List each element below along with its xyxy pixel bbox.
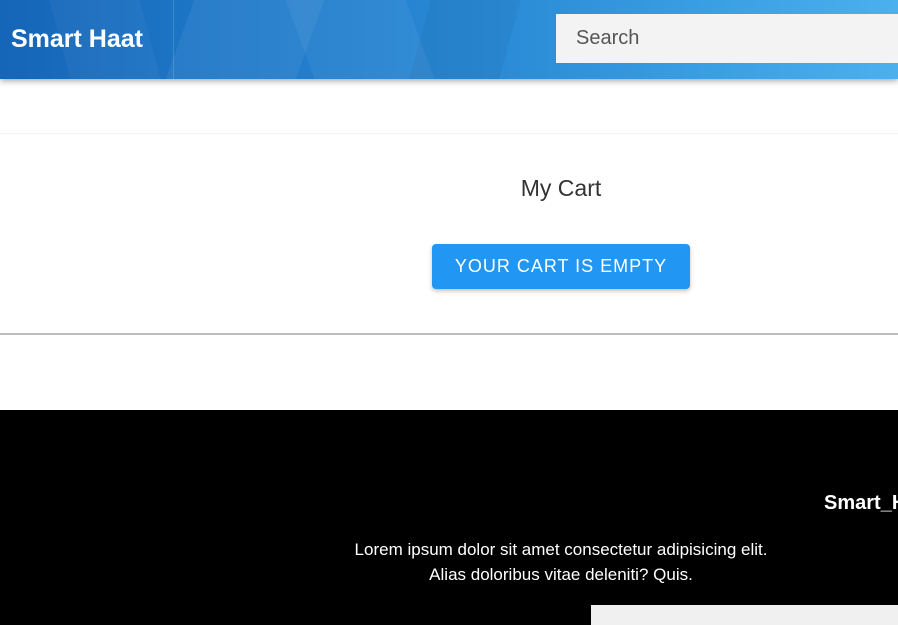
footer-text-line: Lorem ipsum dolor sit amet consectetur a…	[354, 540, 768, 559]
footer: Smart_H Lorem ipsum dolor sit amet conse…	[0, 410, 898, 625]
empty-cart-button[interactable]: Your cart is empty	[432, 244, 690, 289]
footer-description: Lorem ipsum dolor sit amet consectetur a…	[0, 537, 898, 587]
section-separator	[0, 133, 898, 134]
footer-input-box[interactable]	[591, 605, 898, 625]
divider	[0, 333, 898, 335]
footer-text-line: Alias doloribus vitae deleniti? Quis.	[429, 565, 693, 584]
search-input[interactable]	[556, 14, 898, 63]
brand-logo-link[interactable]: Smart Haat	[11, 25, 143, 54]
header-decoration	[409, 0, 521, 79]
top-app-bar: Smart Haat	[0, 0, 898, 79]
brand-area: Smart Haat	[0, 0, 174, 79]
page-title: My Cart	[520, 175, 602, 201]
footer-brand: Smart_H	[824, 492, 898, 514]
